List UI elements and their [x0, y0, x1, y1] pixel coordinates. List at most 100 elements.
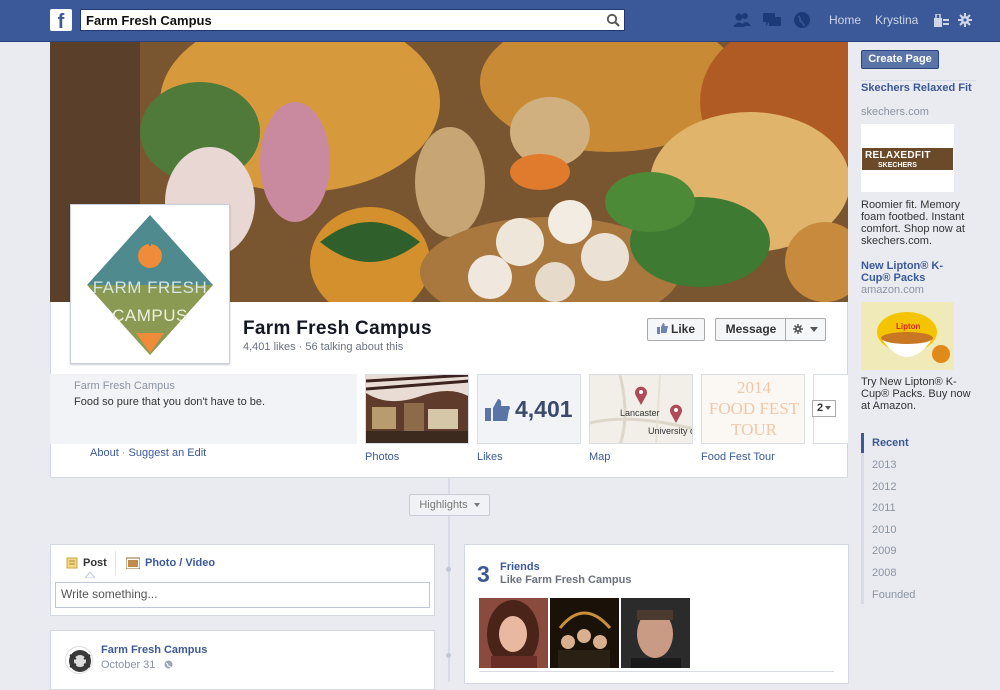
- ad-body: Try New Lipton® K-Cup® Packs. Buy now at…: [861, 376, 971, 412]
- about-links: About · Suggest an Edit: [90, 447, 206, 459]
- timeline-years-rail: [861, 433, 864, 604]
- globe-icon: [164, 660, 173, 669]
- ad-domain[interactable]: amazon.com: [861, 284, 924, 296]
- photos-label[interactable]: Photos: [365, 451, 399, 463]
- post-author[interactable]: Farm Fresh Campus: [101, 644, 207, 656]
- map-city-label: Lancaster: [620, 408, 660, 418]
- post-date[interactable]: October 31: [101, 659, 155, 671]
- likes-label[interactable]: Likes: [477, 451, 503, 463]
- tab-pointer: [85, 572, 95, 578]
- profile-picture[interactable]: FARM FRESH CAMPUS: [70, 204, 230, 364]
- page-stats: 4,401 likes · 56 talking about this: [243, 341, 404, 353]
- more-apps-count: 2: [816, 402, 824, 414]
- divider: [861, 80, 976, 81]
- highlights-dropdown[interactable]: Highlights: [409, 494, 490, 516]
- about-link[interactable]: About: [90, 447, 119, 459]
- post-tab[interactable]: Post: [83, 557, 107, 569]
- chevron-down-icon: [825, 406, 832, 410]
- year-2010[interactable]: 2010: [872, 524, 896, 536]
- search-input[interactable]: [86, 11, 586, 29]
- profile-link[interactable]: Krystina: [875, 13, 918, 27]
- like-button-label: Like: [670, 322, 695, 336]
- year-2012[interactable]: 2012: [872, 481, 896, 493]
- ad-image-text: Lipton: [896, 322, 921, 331]
- thumbs-up-icon: [656, 323, 668, 334]
- search-icon[interactable]: [606, 13, 620, 27]
- food-fest-label[interactable]: Food Fest Tour: [701, 451, 775, 463]
- year-2008[interactable]: 2008: [872, 567, 896, 579]
- highlights-label: Highlights: [419, 499, 468, 511]
- logo-text-campus: CAMPUS: [112, 306, 188, 325]
- map-label[interactable]: Map: [589, 451, 610, 463]
- ad-body: Roomier fit. Memory foam footbed. Instan…: [861, 199, 965, 247]
- friends-title[interactable]: Friends: [500, 561, 540, 573]
- chevron-down-icon: [810, 327, 819, 332]
- timeline-dot: [446, 653, 451, 658]
- tab-divider: [115, 551, 116, 575]
- page-title: Farm Fresh Campus: [243, 318, 432, 339]
- timeline-dot: [446, 567, 451, 572]
- about-description: Food so pure that you don't have to be.: [74, 396, 266, 408]
- more-apps-button[interactable]: 2: [812, 400, 836, 417]
- ad-image[interactable]: RELAXEDFIT SKECHERS: [861, 124, 954, 192]
- thumbs-up-icon: [485, 399, 510, 421]
- divider: [479, 671, 834, 672]
- year-2011[interactable]: 2011: [872, 502, 896, 514]
- lipton-cup-image: [861, 302, 954, 370]
- map-place-label: University c: [648, 426, 693, 436]
- year-recent[interactable]: Recent: [872, 437, 909, 449]
- page-options-button[interactable]: [785, 318, 826, 341]
- friends-count: 3: [477, 561, 490, 587]
- message-button[interactable]: Message: [715, 318, 786, 341]
- photos-thumbnail: [366, 375, 468, 443]
- create-page-button[interactable]: Create Page: [861, 50, 939, 69]
- food-fest-line2: FOOD FEST: [708, 399, 800, 418]
- food-fest-tile[interactable]: 2014 FOOD FEST TOUR: [701, 374, 805, 444]
- map-pin-icon: [635, 386, 647, 405]
- likes-count: 4,401: [515, 396, 573, 422]
- friend-photo-image: [550, 598, 619, 668]
- friend-photo-image: [621, 598, 690, 668]
- account-settings-gear-icon[interactable]: [958, 13, 972, 27]
- friends-subtitle: Like Farm Fresh Campus: [500, 574, 632, 586]
- ad-image[interactable]: Lipton: [861, 302, 954, 370]
- year-2013[interactable]: 2013: [872, 459, 896, 471]
- year-founded[interactable]: Founded: [872, 589, 915, 601]
- friend-photo[interactable]: [479, 598, 548, 668]
- facebook-logo-icon[interactable]: f: [50, 9, 72, 31]
- ad-domain[interactable]: skechers.com: [861, 106, 929, 118]
- friend-photo[interactable]: [621, 598, 690, 668]
- about-page-name: Farm Fresh Campus: [74, 380, 175, 392]
- like-button[interactable]: Like: [647, 318, 705, 341]
- photo-video-tab[interactable]: Photo / Video: [145, 557, 215, 569]
- food-fest-line3: TOUR: [731, 420, 777, 439]
- ad-image-text: RELAXEDFIT: [865, 150, 931, 161]
- chevron-down-icon: [473, 503, 480, 507]
- friend-photo[interactable]: [550, 598, 619, 668]
- photos-tile[interactable]: [365, 374, 469, 444]
- status-note-icon: [66, 557, 78, 569]
- photo-video-icon: [126, 557, 140, 569]
- notifications-globe-icon[interactable]: [792, 11, 812, 29]
- search-bar[interactable]: [80, 9, 625, 31]
- home-link[interactable]: Home: [829, 13, 861, 27]
- ad-title[interactable]: Skechers Relaxed Fit: [861, 82, 976, 94]
- food-fest-line1: 2014: [737, 378, 771, 397]
- link-separator: ·: [118, 447, 129, 459]
- gear-icon: [792, 324, 803, 334]
- messages-icon[interactable]: [762, 11, 782, 29]
- map-tile[interactable]: Lancaster University c: [589, 374, 693, 444]
- write-something-input[interactable]: Write something...: [55, 582, 430, 608]
- map-pin-icon: [670, 404, 682, 423]
- suggest-edit-link[interactable]: Suggest an Edit: [129, 447, 207, 459]
- ad-image-brand: SKECHERS: [878, 162, 917, 169]
- logo-text-farm-fresh: FARM FRESH: [92, 278, 208, 297]
- year-2009[interactable]: 2009: [872, 545, 896, 557]
- likes-tile[interactable]: 4,401: [477, 374, 581, 444]
- friend-photo-image: [479, 598, 548, 668]
- message-button-label: Message: [725, 322, 777, 336]
- privacy-shortcuts-icon[interactable]: [934, 14, 949, 27]
- ad-title[interactable]: New Lipton® K-Cup® Packs: [861, 260, 961, 284]
- post-author-avatar[interactable]: [65, 646, 93, 674]
- friend-requests-icon[interactable]: [732, 11, 752, 29]
